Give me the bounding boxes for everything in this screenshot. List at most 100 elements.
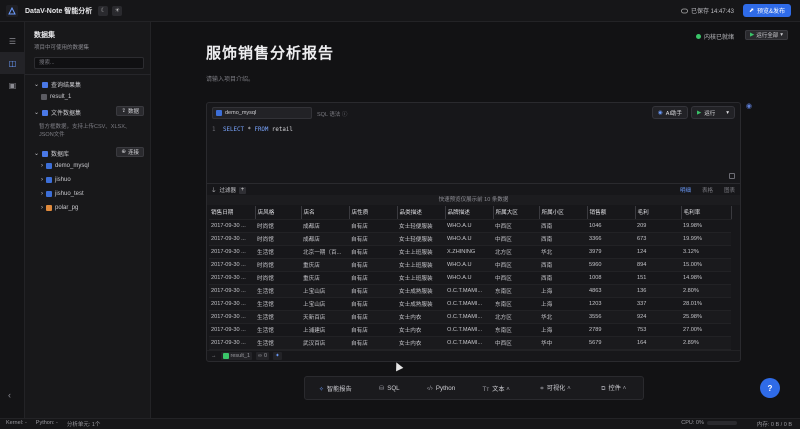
result-chip[interactable]: result_1 bbox=[220, 352, 253, 360]
table-cell: 124 bbox=[635, 245, 681, 259]
table-cell: 3366 bbox=[587, 232, 635, 246]
tab-chart[interactable]: 图表 bbox=[724, 186, 735, 194]
tab-table[interactable]: 表格 bbox=[702, 186, 713, 194]
table-cell: 中西区 bbox=[493, 271, 539, 285]
eye-icon[interactable]: ◉ bbox=[746, 102, 752, 110]
table-cell: 女士轻便服装 bbox=[397, 219, 445, 233]
theme-toggle-icon[interactable]: ☾ bbox=[98, 5, 109, 16]
insert-python-button[interactable]: ‹/› Python bbox=[427, 385, 455, 392]
datasource-select[interactable]: demo_mysql bbox=[212, 107, 312, 119]
query-group[interactable]: ⌄ 查询结果集 bbox=[34, 80, 81, 89]
table-cell: WHO.A.U bbox=[445, 258, 493, 272]
page-title[interactable]: 服饰销售分析报告 bbox=[206, 42, 334, 63]
table-cell: 重庆店 bbox=[301, 271, 349, 285]
add-filter-icon[interactable]: + bbox=[239, 186, 247, 194]
table-row[interactable]: 2017-09-30 ... 时尚馆 重庆店 自有店 女士上班服装 WHO.A.U 中西区西… bbox=[209, 271, 731, 285]
query-group-label: 查询结果集 bbox=[51, 83, 82, 89]
connect-db-button[interactable]: ⊕ 连接 bbox=[116, 147, 144, 157]
table-row[interactable]: 2017-09-30 ... 生活馆 上宝山店 自有店 女士成熟服装 O.C.T.MAMI… bbox=[209, 284, 731, 298]
cell-footer: → result_1 ∞ 0 ✦ bbox=[207, 350, 740, 361]
insert-control-button[interactable]: ⧉ 控件 ˄ bbox=[601, 383, 629, 393]
query-item-label: result_1 bbox=[50, 94, 72, 100]
column-header[interactable]: 店名 bbox=[301, 206, 350, 220]
publish-button[interactable]: ⬈ 预览&发布 bbox=[742, 4, 791, 17]
table-cell: 成都店 bbox=[301, 232, 349, 246]
sql-syntax-hint[interactable]: SQL 语法 ⓘ bbox=[317, 110, 347, 118]
sparkle-icon: ✧ bbox=[318, 385, 324, 393]
db-item-polar-pg[interactable]: › polar_pg bbox=[41, 205, 78, 211]
column-header[interactable]: 销售日期 bbox=[209, 206, 256, 220]
table-cell: 东南区 bbox=[493, 323, 539, 337]
table-row[interactable]: 2017-09-30 ... 生活馆 上浦建店 自有店 女士内衣 O.C.T.MAMI..… bbox=[209, 323, 731, 337]
db-item-jishuo-test[interactable]: › jishuo_test bbox=[41, 191, 84, 197]
insert-label: 可视化 bbox=[546, 385, 566, 392]
column-header[interactable]: 毛利 bbox=[635, 206, 682, 220]
table-row[interactable]: 2017-09-30 ... 生活馆 上宝山店 自有店 女士成熟服装 O.C.T.MAMI… bbox=[209, 297, 731, 311]
table-cell: 上宝山店 bbox=[301, 297, 349, 311]
column-header[interactable]: 所属小区 bbox=[539, 206, 588, 220]
sql-editor[interactable]: 1 SELECT * FROM retail bbox=[212, 127, 293, 133]
file-icon bbox=[42, 109, 49, 116]
sql-keyword: SELECT bbox=[223, 127, 244, 133]
table-cell: 15.00% bbox=[681, 258, 731, 272]
column-header[interactable]: 毛利率 bbox=[681, 206, 732, 220]
tab-detail[interactable]: 明细 bbox=[680, 186, 691, 194]
control-icon: ⧉ bbox=[601, 385, 606, 392]
query-item-result-1[interactable]: result_1 bbox=[41, 94, 71, 100]
db-item-jishuo[interactable]: › jishuo bbox=[41, 177, 71, 183]
column-header[interactable]: 品类描述 bbox=[397, 206, 446, 220]
column-header[interactable]: 品牌描述 bbox=[445, 206, 494, 220]
table-cell: 自有店 bbox=[349, 310, 397, 324]
project-intro-input[interactable]: 请输入项目介绍。 bbox=[206, 74, 254, 83]
chevron-right-icon: › bbox=[41, 163, 43, 169]
insert-text-button[interactable]: Tт 文本 ˄ bbox=[483, 384, 513, 393]
insert-cell-bar: ✧ 智能报告 ⛁ SQL ‹/› Python Tт 文本 ˄ ⌗ 可视化 ˄ ⧉ 控件 ˄ bbox=[304, 376, 644, 400]
table-cell: 女士上班服装 bbox=[397, 245, 445, 259]
ai-icon: ◉ bbox=[657, 109, 663, 116]
ai-assistant-button[interactable]: ◉ AI助手 bbox=[651, 106, 688, 119]
run-button[interactable]: ▶ 运行 ▾ bbox=[691, 106, 735, 119]
publish-icon: ⬈ bbox=[748, 8, 754, 14]
table-cell: O.C.T.MAMI... bbox=[445, 310, 493, 324]
expand-icon[interactable] bbox=[729, 173, 735, 179]
insert-smart-report-button[interactable]: ✧ 智能报告 bbox=[319, 384, 352, 393]
db-item-demo-mysql[interactable]: › demo_mysql bbox=[41, 163, 89, 169]
table-cell: 女士成熟服装 bbox=[397, 297, 445, 311]
table-header-row: 销售日期 店风格 店名 店性质 品类描述 品牌描述 所属大区 所属小区 销售额 … bbox=[209, 206, 732, 220]
mysql-icon bbox=[216, 110, 222, 116]
postgres-icon bbox=[46, 205, 52, 211]
link-chip[interactable]: ∞ 0 bbox=[256, 352, 270, 360]
db-group[interactable]: ⌄ 数据库 bbox=[34, 149, 69, 158]
table-row[interactable]: 2017-09-30 ... 时尚馆 成都店 自有店 女士轻便服装 WHO.A.U 中西区西… bbox=[209, 219, 731, 233]
dataset-icon[interactable]: ◫ bbox=[0, 52, 25, 74]
column-header[interactable]: 店性质 bbox=[349, 206, 398, 220]
filter-button[interactable]: ⏚ 过滤器 + bbox=[211, 186, 247, 194]
run-all-button[interactable]: ▶ 运行全部 ▾ bbox=[744, 30, 788, 40]
variables-icon[interactable]: ▣ bbox=[0, 74, 25, 96]
table-cell: 2017-09-30 ... bbox=[209, 232, 255, 246]
table-row[interactable]: 2017-09-30 ... 生活馆 北京一期（百... 自有店 女士上班服装 X.ZHI… bbox=[209, 245, 731, 259]
insert-visualization-button[interactable]: ⌗ 可视化 ˄ bbox=[540, 383, 573, 393]
column-header[interactable]: 店风格 bbox=[255, 206, 302, 220]
table-row[interactable]: 2017-09-30 ... 时尚馆 成都店 自有店 女士轻便服装 WHO.A.U 中西区西… bbox=[209, 232, 731, 246]
sql-table-name: retail bbox=[271, 127, 293, 133]
file-group[interactable]: ⌄ 文件数据集 bbox=[34, 108, 81, 117]
dataset-search-input[interactable]: 搜索... bbox=[34, 57, 144, 69]
column-header[interactable]: 销售额 bbox=[587, 206, 636, 220]
insert-sql-button[interactable]: ⛁ SQL bbox=[379, 385, 400, 392]
collapse-icon[interactable]: ‹ bbox=[8, 390, 11, 400]
table-row[interactable]: 2017-09-30 ... 生活馆 武汉百店 自有店 女士内衣 O.C.T.MAMI..… bbox=[209, 336, 731, 350]
add-file-button[interactable]: ⇪ 数据 bbox=[116, 106, 144, 116]
table-row[interactable]: 2017-09-30 ... 时尚馆 重庆店 自有店 女士上班服装 WHO.A.U 中西区西… bbox=[209, 258, 731, 272]
sun-icon[interactable]: ☀ bbox=[112, 5, 123, 16]
outline-icon[interactable]: ☰ bbox=[0, 30, 25, 52]
file-empty-desc: 暂方框数据，支持上传CSV、XLSX、JSON文件 bbox=[39, 124, 131, 138]
table-row[interactable]: 2017-09-30 ... 生活馆 天新百店 自有店 女士内衣 O.C.T.MAMI..… bbox=[209, 310, 731, 324]
run-label: 运行 bbox=[704, 110, 716, 117]
chevron-up-icon: ˄ bbox=[565, 385, 571, 392]
column-header[interactable]: 所属大区 bbox=[493, 206, 540, 220]
help-button[interactable]: ? bbox=[760, 378, 780, 398]
pin-chip[interactable]: ✦ bbox=[273, 352, 282, 360]
top-bar: DataV-Note 智能分析 ☾ ☀ 已保存 14:47:43 ⬈ 预览&发布 bbox=[0, 0, 800, 22]
table-cell: 北京一期（百... bbox=[301, 245, 349, 259]
